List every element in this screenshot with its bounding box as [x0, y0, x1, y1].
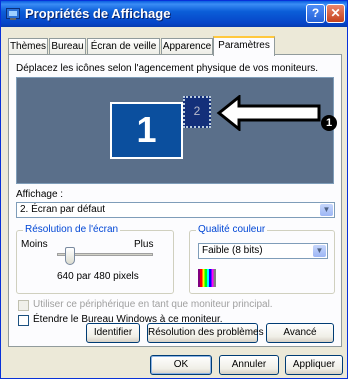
tab-screensaver[interactable]: Écran de veille [87, 38, 160, 55]
color-palette-icon [198, 269, 216, 287]
monitor-description: Déplacez les icônes selon l'agencement p… [16, 63, 319, 74]
cancel-button[interactable]: Annuler [219, 355, 279, 375]
color-quality-group: Qualité couleur Faible (8 bits) ▼ [189, 224, 335, 294]
display-select[interactable]: 2. Écran par défaut ▼ [16, 202, 335, 218]
resolution-value: 640 par 480 pixels [57, 271, 139, 282]
callout-number: 1 [321, 115, 337, 131]
advanced-button[interactable]: Avancé [266, 323, 334, 343]
window-title: Propriétés de Affichage [25, 6, 171, 21]
resolution-more-label: Plus [134, 239, 154, 250]
primary-monitor-checkbox[interactable] [18, 300, 29, 311]
resolution-less-label: Moins [21, 239, 48, 250]
display-properties-window: Propriétés de Affichage ? ✕ Thèmes Burea… [0, 0, 348, 379]
help-button[interactable]: ? [306, 4, 325, 23]
resolution-group: Résolution de l'écran Moins Plus 640 par… [16, 224, 174, 294]
tab-settings[interactable]: Paramètres [213, 36, 275, 56]
display-label: Affichage : [16, 189, 64, 200]
color-quality-select[interactable]: Faible (8 bits) ▼ [198, 243, 328, 259]
extend-desktop-checkbox[interactable] [18, 315, 29, 326]
pointer-arrow-icon [216, 95, 321, 131]
primary-monitor-label: Utiliser ce périphérique en tant que mon… [33, 299, 273, 310]
display-icon [6, 8, 20, 20]
resolution-title: Résolution de l'écran [23, 224, 121, 235]
chevron-down-icon[interactable]: ▼ [320, 204, 333, 216]
tab-appearance[interactable]: Apparence [161, 38, 213, 55]
chevron-down-icon[interactable]: ▼ [313, 245, 326, 257]
color-quality-title: Qualité couleur [196, 224, 268, 235]
settings-panel: Déplacez les icônes selon l'agencement p… [8, 54, 342, 347]
title-bar[interactable]: Propriétés de Affichage ? ✕ [1, 1, 347, 27]
troubleshoot-button[interactable]: Résolution des problèmes [147, 323, 264, 343]
close-button[interactable]: ✕ [326, 4, 345, 23]
tab-desktop[interactable]: Bureau [49, 38, 86, 55]
resolution-slider-thumb[interactable] [65, 247, 75, 265]
identify-button[interactable]: Identifier [86, 323, 140, 343]
ok-button[interactable]: OK [150, 355, 212, 375]
apply-button[interactable]: Appliquer [285, 355, 343, 375]
monitor-2[interactable]: 2 [183, 96, 211, 128]
display-select-value: 2. Écran par défaut [20, 204, 106, 215]
color-quality-value: Faible (8 bits) [202, 245, 263, 256]
tab-themes[interactable]: Thèmes [8, 38, 48, 55]
monitor-1[interactable]: 1 [110, 102, 183, 159]
